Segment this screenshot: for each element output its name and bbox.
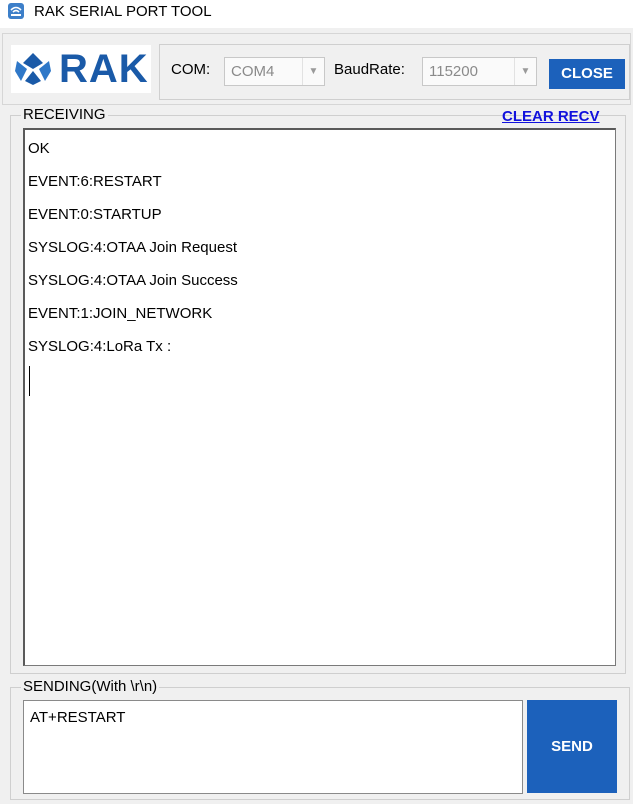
header-panel: RAK COM: COM4 ▼ BaudRate: 115200 ▼ CLOSE (2, 33, 631, 105)
connection-controls: COM: COM4 ▼ BaudRate: 115200 ▼ CLOSE (159, 44, 630, 100)
recv-line: OK (28, 140, 50, 157)
sending-label: SENDING(With \r\n) (21, 678, 160, 696)
recv-line: SYSLOG:4:OTAA Join Success (28, 272, 238, 289)
clear-recv-link[interactable]: CLEAR RECV (502, 108, 600, 126)
recv-line: EVENT:0:STARTUP (28, 206, 162, 223)
com-label: COM: (171, 61, 211, 78)
send-input-value: AT+RESTART (30, 709, 126, 726)
send-input[interactable]: AT+RESTART (23, 700, 523, 794)
app-icon (8, 3, 24, 19)
com-port-value: COM4 (231, 63, 275, 80)
text-caret (29, 366, 30, 396)
chevron-down-icon[interactable]: ▼ (514, 58, 536, 85)
recv-line: SYSLOG:4:OTAA Join Request (28, 239, 237, 256)
baudrate-select[interactable]: 115200 ▼ (422, 57, 537, 86)
receive-textarea[interactable]: OK EVENT:6:RESTART EVENT:0:STARTUP SYSLO… (23, 128, 616, 666)
baudrate-label: BaudRate: (334, 61, 405, 78)
window-title: RAK SERIAL PORT TOOL (34, 3, 212, 20)
recv-line: EVENT:6:RESTART (28, 173, 162, 190)
chevron-down-icon[interactable]: ▼ (302, 58, 324, 85)
logo-text: RAK (59, 47, 149, 91)
main-panel: RAK COM: COM4 ▼ BaudRate: 115200 ▼ CLOSE… (0, 28, 633, 804)
recv-line: SYSLOG:4:LoRa Tx : (28, 338, 172, 355)
close-button[interactable]: CLOSE (549, 59, 625, 89)
send-button[interactable]: SEND (527, 700, 617, 793)
recv-line: EVENT:1:JOIN_NETWORK (28, 305, 213, 322)
rak-logo: RAK (11, 45, 151, 93)
com-port-select[interactable]: COM4 ▼ (224, 57, 325, 86)
baudrate-value: 115200 (429, 63, 478, 80)
rak-logo-mark-icon (15, 53, 51, 85)
title-bar: RAK SERIAL PORT TOOL (0, 0, 633, 28)
receiving-label: RECEIVING (21, 106, 108, 124)
